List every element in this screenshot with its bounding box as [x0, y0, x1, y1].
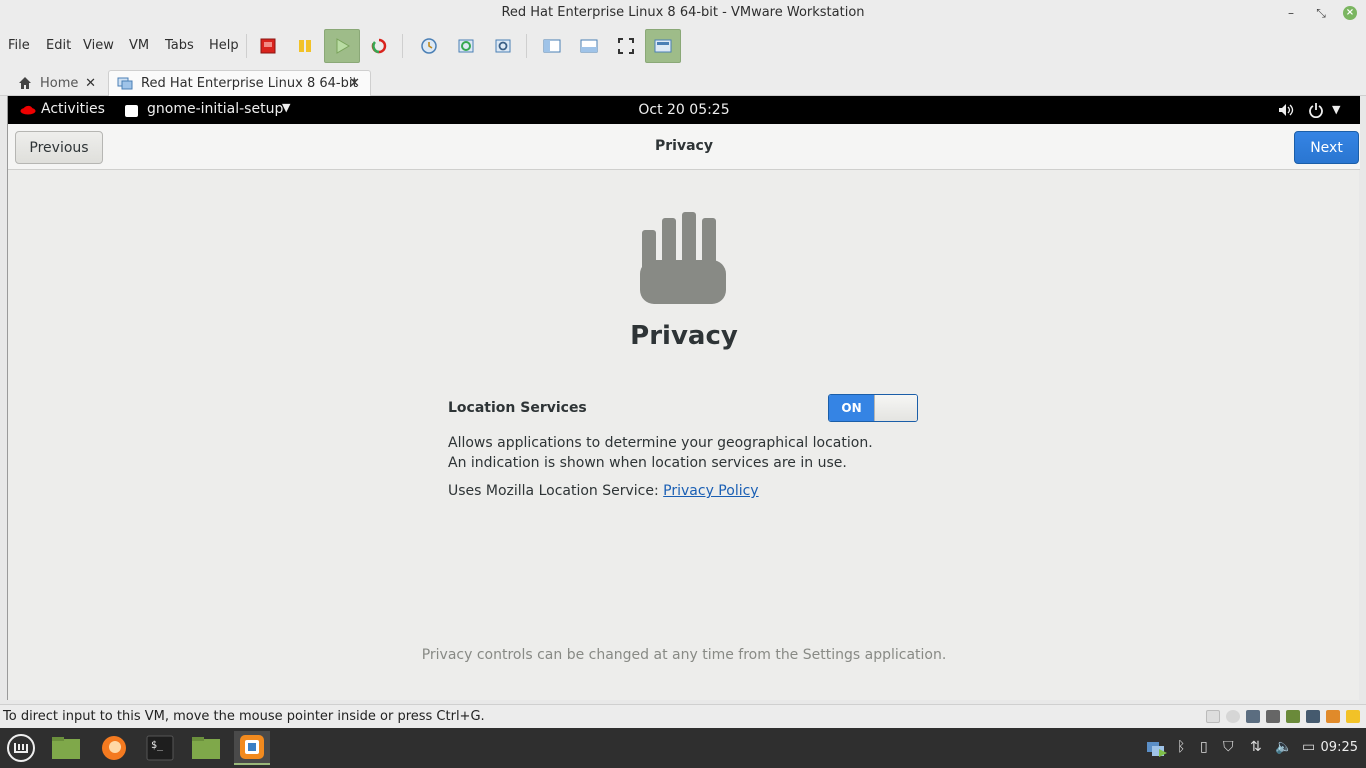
power-on-icon[interactable]	[324, 29, 360, 63]
folder-icon[interactable]	[188, 731, 224, 765]
location-description: Allows applications to determine your ge…	[448, 435, 873, 471]
device-hdd-icon[interactable]	[1206, 710, 1220, 723]
device-cd-icon[interactable]	[1226, 710, 1240, 723]
device-network-icon[interactable]	[1246, 710, 1260, 723]
menu-edit[interactable]: Edit	[46, 38, 71, 53]
menu-help[interactable]: Help	[209, 38, 239, 53]
menu-tabs[interactable]: Tabs	[165, 38, 194, 53]
tab-home-label: Home	[40, 75, 79, 91]
device-display-icon[interactable]	[1306, 710, 1320, 723]
shield-icon[interactable]: ⛉	[1223, 739, 1234, 755]
device-sound-icon[interactable]	[1326, 710, 1340, 723]
toolbar-divider	[402, 34, 403, 58]
power-off-icon[interactable]	[250, 29, 286, 63]
next-button[interactable]: Next	[1294, 131, 1359, 164]
page-title: Privacy	[630, 321, 738, 351]
gnome-clock[interactable]: Oct 20 05:25	[8, 102, 1360, 118]
vm-display[interactable]: Activities gnome-initial-setup ▼ Oct 20 …	[7, 96, 1360, 700]
gnome-top-bar: Activities gnome-initial-setup ▼ Oct 20 …	[8, 96, 1360, 124]
tab-strip: Home ✕ Red Hat Enterprise Linux 8 64-bit…	[0, 68, 1366, 96]
close-icon[interactable]: ×	[1343, 6, 1357, 20]
menu-file[interactable]: File	[8, 38, 30, 53]
volume-icon[interactable]	[1278, 103, 1294, 121]
privacy-policy-link[interactable]: Privacy Policy	[663, 483, 758, 499]
menu-vm[interactable]: VM	[129, 38, 149, 53]
snapshot-manager-icon[interactable]	[485, 29, 521, 63]
device-usb-icon[interactable]	[1286, 710, 1300, 723]
firefox-icon[interactable]	[96, 731, 132, 765]
system-menu-chevron-icon[interactable]: ▼	[1332, 103, 1340, 116]
reset-icon[interactable]	[361, 29, 397, 63]
thumbnail-bar-icon[interactable]	[571, 29, 607, 63]
window-title: Red Hat Enterprise Linux 8 64-bit - VMwa…	[501, 5, 865, 20]
suspend-icon[interactable]	[287, 29, 323, 63]
restore-icon[interactable]: ⤡	[1314, 6, 1328, 20]
network-icon[interactable]: ⇅	[1250, 739, 1262, 755]
power-icon[interactable]	[1308, 102, 1324, 122]
switch-state: ON	[829, 395, 874, 421]
header-title: Privacy	[655, 138, 713, 154]
toolbar-divider	[526, 34, 527, 58]
volume-tray-icon[interactable]: 🔈	[1275, 739, 1292, 755]
footer-note: Privacy controls can be changed at any t…	[421, 647, 947, 663]
tab-vm[interactable]: Red Hat Enterprise Linux 8 64-bit ✕	[108, 70, 371, 96]
window-titlebar: Red Hat Enterprise Linux 8 64-bit - VMwa…	[0, 0, 1366, 26]
unity-icon[interactable]	[645, 29, 681, 63]
status-bar: To direct input to this VM, move the mou…	[0, 704, 1366, 728]
toolbar-divider	[246, 34, 247, 58]
terminal-icon[interactable]: $_	[142, 731, 178, 765]
tab-vm-label: Red Hat Enterprise Linux 8 64-bit	[141, 76, 358, 91]
hand-privacy-icon	[640, 212, 726, 308]
switch-knob[interactable]	[874, 395, 917, 421]
revert-snapshot-icon[interactable]	[448, 29, 484, 63]
device-printer-icon[interactable]	[1266, 710, 1280, 723]
full-screen-icon[interactable]	[608, 29, 644, 63]
vmware-task-icon[interactable]	[234, 731, 270, 765]
menu-view[interactable]: View	[83, 38, 114, 53]
tab-home[interactable]: Home ✕	[10, 70, 106, 96]
mozilla-location-line: Uses Mozilla Location Service: Privacy P…	[448, 483, 759, 499]
location-services-label: Location Services	[448, 400, 587, 416]
show-library-icon[interactable]	[534, 29, 570, 63]
bluetooth-icon[interactable]: ᛒ	[1177, 739, 1185, 755]
close-tab-icon[interactable]: ✕	[349, 76, 360, 91]
clipboard-icon[interactable]: ▯	[1200, 739, 1208, 755]
vmware-tray-icon[interactable]	[1146, 739, 1168, 763]
menu-toolbar: File Edit View VM Tabs Help	[0, 26, 1366, 68]
mint-menu-icon[interactable]	[3, 731, 39, 765]
location-services-switch[interactable]: ON	[828, 394, 918, 422]
close-tab-icon[interactable]: ✕	[85, 76, 96, 91]
uses-prefix: Uses Mozilla Location Service:	[448, 483, 659, 499]
message-log-icon[interactable]	[1346, 710, 1360, 723]
taskbar-clock[interactable]: 09:25	[1321, 740, 1358, 755]
home-icon	[19, 77, 31, 89]
snapshot-icon[interactable]	[411, 29, 447, 63]
privacy-page: Privacy Location Services ON Allows appl…	[8, 171, 1360, 700]
desktop-taskbar: $_ ᛒ ▯ ⛉ ⇅ 🔈 ▭ 09:25	[0, 728, 1366, 768]
battery-icon[interactable]: ▭	[1302, 739, 1315, 755]
files-icon[interactable]	[48, 731, 84, 765]
vm-icon	[117, 77, 133, 89]
svg-text:$_: $_	[151, 740, 164, 751]
status-message: To direct input to this VM, move the mou…	[3, 709, 485, 724]
minimize-icon[interactable]: –	[1284, 6, 1298, 20]
setup-header: Previous Privacy Next	[8, 124, 1360, 170]
